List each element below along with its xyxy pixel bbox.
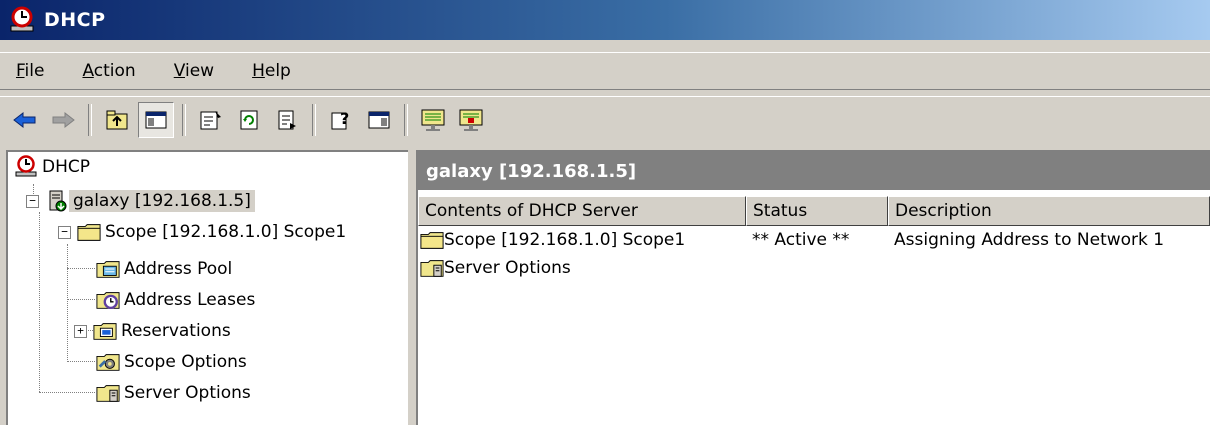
cell-status: ** Active **: [752, 230, 850, 250]
tree-connector: [67, 361, 95, 362]
tree-node-address-leases[interactable]: Address Leases: [96, 286, 259, 314]
export-list-icon: [278, 110, 296, 130]
toolbar: ?: [0, 96, 1210, 143]
show-hide-tree-icon: [145, 111, 167, 129]
svg-text:?: ?: [340, 109, 349, 128]
show-hide-tree-button[interactable]: [138, 102, 174, 138]
tree-node-dhcp[interactable]: DHCP: [14, 153, 94, 181]
server-options-icon: [420, 256, 444, 280]
dhcp-clock-icon: [14, 155, 38, 179]
tree-node-server-options[interactable]: Server Options: [96, 379, 255, 407]
pane-splitter[interactable]: [408, 150, 416, 423]
window-title: DHCP: [44, 9, 106, 31]
server-statistics-icon: [421, 109, 445, 131]
up-folder-icon: [106, 110, 128, 130]
help-icon: ?: [331, 109, 349, 130]
menu-view[interactable]: View: [170, 59, 218, 83]
column-header-contents[interactable]: Contents of DHCP Server: [418, 196, 746, 226]
refresh-icon: [240, 110, 258, 130]
column-header-status[interactable]: Status: [746, 196, 888, 226]
toolbar-separator: [312, 104, 316, 136]
back-button[interactable]: [8, 103, 42, 137]
list-row-scope[interactable]: Scope [192.168.1.0] Scope1 ** Active ** …: [418, 226, 1210, 254]
server-options-icon: [96, 381, 120, 405]
menu-help[interactable]: Help: [248, 59, 295, 83]
address-leases-icon: [96, 288, 120, 312]
expand-toggle[interactable]: +: [74, 324, 87, 338]
collapse-toggle[interactable]: −: [58, 225, 71, 239]
tree-connector: [39, 212, 40, 392]
toolbar-separator: [404, 104, 408, 136]
menu-action[interactable]: Action: [78, 59, 139, 83]
tree-node-reservations[interactable]: + Reservations: [74, 317, 235, 345]
show-hide-action-pane-icon: [368, 111, 390, 129]
cell-description: Assigning Address to Network 1: [894, 230, 1165, 250]
title-bar: DHCP: [0, 0, 1210, 40]
display-statistics-icon: [459, 109, 483, 131]
export-list-button[interactable]: [270, 103, 304, 137]
menu-file[interactable]: File: [12, 59, 48, 83]
tree-connector: [67, 268, 95, 269]
tree-connector: [67, 299, 95, 300]
menu-bar: File Action View Help: [0, 52, 1210, 90]
tree-connector: [39, 392, 95, 393]
toolbar-separator: [88, 104, 92, 136]
column-header-row: Contents of DHCP Server Status Descripti…: [418, 196, 1210, 226]
tree-node-server[interactable]: − galaxy [192.168.1.5]: [26, 187, 255, 215]
properties-icon: [200, 111, 221, 130]
properties-button[interactable]: [194, 103, 228, 137]
scope-folder-icon: [420, 228, 444, 252]
dhcp-server-icon: [45, 189, 69, 213]
toolbar-separator: [182, 104, 186, 136]
tree-connector: [67, 244, 68, 362]
tree-node-scope-options[interactable]: Scope Options: [96, 348, 251, 376]
collapse-toggle[interactable]: −: [26, 194, 39, 208]
server-options-name: Server Options: [444, 258, 571, 278]
list-row-server-options[interactable]: Server Options: [418, 254, 1210, 282]
scope-name: Scope [192.168.1.0] Scope1: [444, 230, 686, 250]
details-header: galaxy [192.168.1.5]: [418, 152, 1210, 190]
console-tree[interactable]: DHCP − galaxy [192.168.1.5] − Scope [192…: [6, 150, 408, 425]
details-pane: galaxy [192.168.1.5] Contents of DHCP Se…: [416, 150, 1210, 425]
cell-contents: Server Options: [418, 256, 746, 280]
back-arrow-icon: [13, 111, 36, 129]
dhcp-app-icon: [8, 5, 38, 35]
tree-node-address-pool[interactable]: Address Pool: [96, 255, 236, 283]
scope-options-icon: [96, 350, 120, 374]
help-button[interactable]: ?: [324, 103, 358, 137]
display-statistics-button[interactable]: [454, 103, 488, 137]
cell-contents: Scope [192.168.1.0] Scope1: [418, 228, 746, 252]
column-header-description[interactable]: Description: [888, 196, 1210, 226]
address-pool-icon: [96, 257, 120, 281]
forward-arrow-icon: [52, 111, 75, 129]
show-hide-action-pane-button[interactable]: [362, 103, 396, 137]
server-statistics-button[interactable]: [416, 103, 450, 137]
tree-node-scope[interactable]: − Scope [192.168.1.0] Scope1: [58, 218, 350, 246]
forward-button[interactable]: [46, 103, 80, 137]
scope-folder-icon: [77, 220, 101, 244]
reservations-icon: [93, 319, 117, 343]
refresh-button[interactable]: [232, 103, 266, 137]
up-one-level-button[interactable]: [100, 103, 134, 137]
